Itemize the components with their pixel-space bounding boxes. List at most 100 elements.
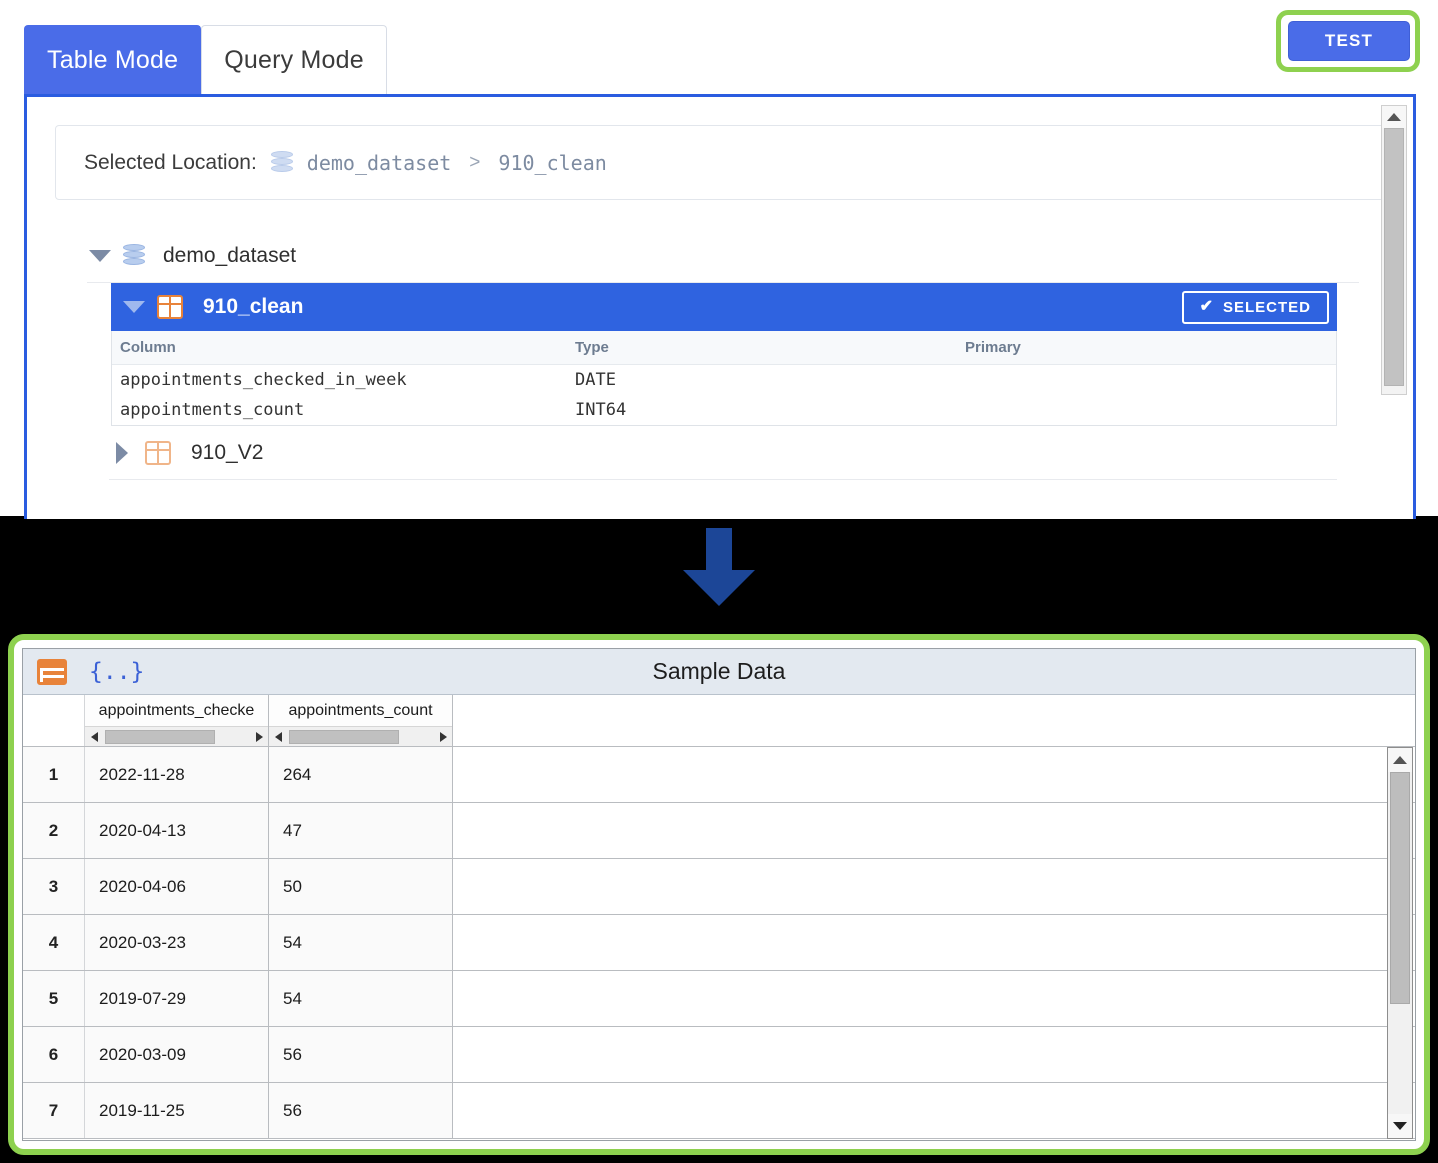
scroll-right-button[interactable] <box>250 732 268 742</box>
scrollbar-thumb[interactable] <box>1390 772 1410 1004</box>
scrollbar-thumb[interactable] <box>105 730 215 744</box>
cell-appointments-count[interactable]: 56 <box>269 1083 453 1138</box>
row-empty-area <box>453 1027 1415 1082</box>
schema-header-type: Type <box>567 331 957 364</box>
row-index: 7 <box>23 1083 85 1138</box>
row-index: 6 <box>23 1027 85 1082</box>
table-row[interactable]: 52019-07-2954 <box>23 971 1415 1027</box>
schema-cell-column: appointments_checked_in_week <box>112 365 567 395</box>
chevron-right-icon[interactable] <box>109 440 135 466</box>
schema-cell-primary <box>957 365 1327 395</box>
tree-row-table-910-v2[interactable]: 910_V2 <box>109 426 1337 480</box>
dataset-tree: demo_dataset 910_clean ✔ SELECTED Column… <box>87 229 1359 480</box>
column-horizontal-scrollbar[interactable] <box>85 726 268 746</box>
table-row[interactable]: 62020-03-0956 <box>23 1027 1415 1083</box>
column-horizontal-scrollbar[interactable] <box>269 726 452 746</box>
row-empty-area <box>453 747 1415 802</box>
test-button[interactable]: TEST <box>1288 21 1410 61</box>
tree-label-table-910-clean: 910_clean <box>203 295 303 319</box>
grid-column-header-appointments-checked-in-week[interactable]: appointments_checke <box>85 695 269 746</box>
grid-rows: 12022-11-2826422020-04-134732020-04-0650… <box>23 747 1415 1139</box>
row-index: 1 <box>23 747 85 802</box>
breadcrumb-dataset[interactable]: demo_dataset <box>307 151 452 175</box>
table-row[interactable]: 42020-03-2354 <box>23 915 1415 971</box>
cell-appointments-checked-in-week[interactable]: 2020-04-06 <box>85 859 269 914</box>
selected-location-label: Selected Location: <box>84 151 257 175</box>
schema-cell-column: appointments_count <box>112 395 567 425</box>
cell-appointments-checked-in-week[interactable]: 2020-03-23 <box>85 915 269 970</box>
selected-badge-label: SELECTED <box>1223 299 1311 316</box>
schema-row: appointments_count INT64 <box>112 395 1336 425</box>
schema-header-primary: Primary <box>957 331 1327 364</box>
tree-label-dataset: demo_dataset <box>163 244 296 268</box>
row-empty-area <box>453 1083 1415 1138</box>
breadcrumb-separator: > <box>465 152 484 174</box>
schema-table-header: Column Type Primary <box>112 331 1336 365</box>
tab-query-mode[interactable]: Query Mode <box>201 25 387 95</box>
table-row[interactable]: 12022-11-28264 <box>23 747 1415 803</box>
schema-table: Column Type Primary appointments_checked… <box>111 331 1337 426</box>
cell-appointments-checked-in-week[interactable]: 2019-07-29 <box>85 971 269 1026</box>
scroll-left-button[interactable] <box>85 732 103 742</box>
row-index: 5 <box>23 971 85 1026</box>
row-index: 3 <box>23 859 85 914</box>
cell-appointments-count[interactable]: 54 <box>269 915 453 970</box>
cell-appointments-count[interactable]: 54 <box>269 971 453 1026</box>
table-icon <box>157 295 183 319</box>
row-empty-area <box>453 915 1415 970</box>
database-icon <box>123 244 145 268</box>
table-icon <box>145 441 171 465</box>
scrollbar-track[interactable] <box>287 730 434 744</box>
scroll-right-button[interactable] <box>434 732 452 742</box>
tree-row-dataset[interactable]: demo_dataset <box>87 229 1359 283</box>
schema-cell-type: DATE <box>567 365 957 395</box>
scrollbar-thumb[interactable] <box>289 730 399 744</box>
grid-column-headers: appointments_checke appointments_count <box>23 695 1415 747</box>
scroll-up-button[interactable] <box>1388 748 1412 772</box>
cell-appointments-count[interactable]: 50 <box>269 859 453 914</box>
sample-data-grid: appointments_checke appointments_count <box>23 695 1415 1141</box>
mode-tabs: Table Mode Query Mode <box>24 25 387 95</box>
schema-row: appointments_checked_in_week DATE <box>112 365 1336 395</box>
schema-cell-primary <box>957 395 1327 425</box>
cell-appointments-count[interactable]: 56 <box>269 1027 453 1082</box>
cell-appointments-count[interactable]: 264 <box>269 747 453 802</box>
grid-column-header-appointments-count[interactable]: appointments_count <box>269 695 453 746</box>
scroll-down-button[interactable] <box>1388 1114 1412 1138</box>
table-row[interactable]: 32020-04-0650 <box>23 859 1415 915</box>
tree-vertical-scrollbar[interactable] <box>1381 105 1407 395</box>
scrollbar-track[interactable] <box>103 730 250 744</box>
test-button-label: TEST <box>1325 31 1373 51</box>
json-view-icon[interactable]: {..} <box>89 659 144 685</box>
table-view-icon[interactable] <box>37 659 67 685</box>
scrollbar-thumb[interactable] <box>1384 128 1404 386</box>
sample-data-title: Sample Data <box>23 658 1415 685</box>
cell-appointments-checked-in-week[interactable]: 2022-11-28 <box>85 747 269 802</box>
tab-table-mode[interactable]: Table Mode <box>24 25 201 95</box>
tree-row-table-910-clean[interactable]: 910_clean ✔ SELECTED <box>111 283 1337 331</box>
row-index: 2 <box>23 803 85 858</box>
table-row[interactable]: 72019-11-2556 <box>23 1083 1415 1139</box>
tab-query-mode-label: Query Mode <box>224 46 364 75</box>
grid-column-label: appointments_count <box>269 695 452 726</box>
scroll-up-button[interactable] <box>1382 106 1406 128</box>
scroll-left-button[interactable] <box>269 732 287 742</box>
cell-appointments-count[interactable]: 47 <box>269 803 453 858</box>
cell-appointments-checked-in-week[interactable]: 2020-04-13 <box>85 803 269 858</box>
selected-location-bar: Selected Location: demo_dataset > 910_cl… <box>55 125 1388 200</box>
selected-badge[interactable]: ✔ SELECTED <box>1182 291 1329 324</box>
grid-column-label: appointments_checke <box>85 695 268 726</box>
row-empty-area <box>453 859 1415 914</box>
sample-data-panel: {..} Sample Data appointments_checke app… <box>22 648 1416 1141</box>
chevron-down-icon[interactable] <box>87 243 113 269</box>
cell-appointments-checked-in-week[interactable]: 2020-03-09 <box>85 1027 269 1082</box>
schema-header-column: Column <box>112 331 567 364</box>
chevron-down-icon[interactable] <box>121 294 147 320</box>
table-row[interactable]: 22020-04-1347 <box>23 803 1415 859</box>
tab-table-mode-label: Table Mode <box>47 46 178 75</box>
tree-label-table-910-v2: 910_V2 <box>191 441 263 465</box>
breadcrumb-table[interactable]: 910_clean <box>498 151 606 175</box>
sample-data-vertical-scrollbar[interactable] <box>1387 747 1413 1139</box>
cell-appointments-checked-in-week[interactable]: 2019-11-25 <box>85 1083 269 1138</box>
screenshot-root: Table Mode Query Mode TEST Selected Loca… <box>0 0 1438 1163</box>
